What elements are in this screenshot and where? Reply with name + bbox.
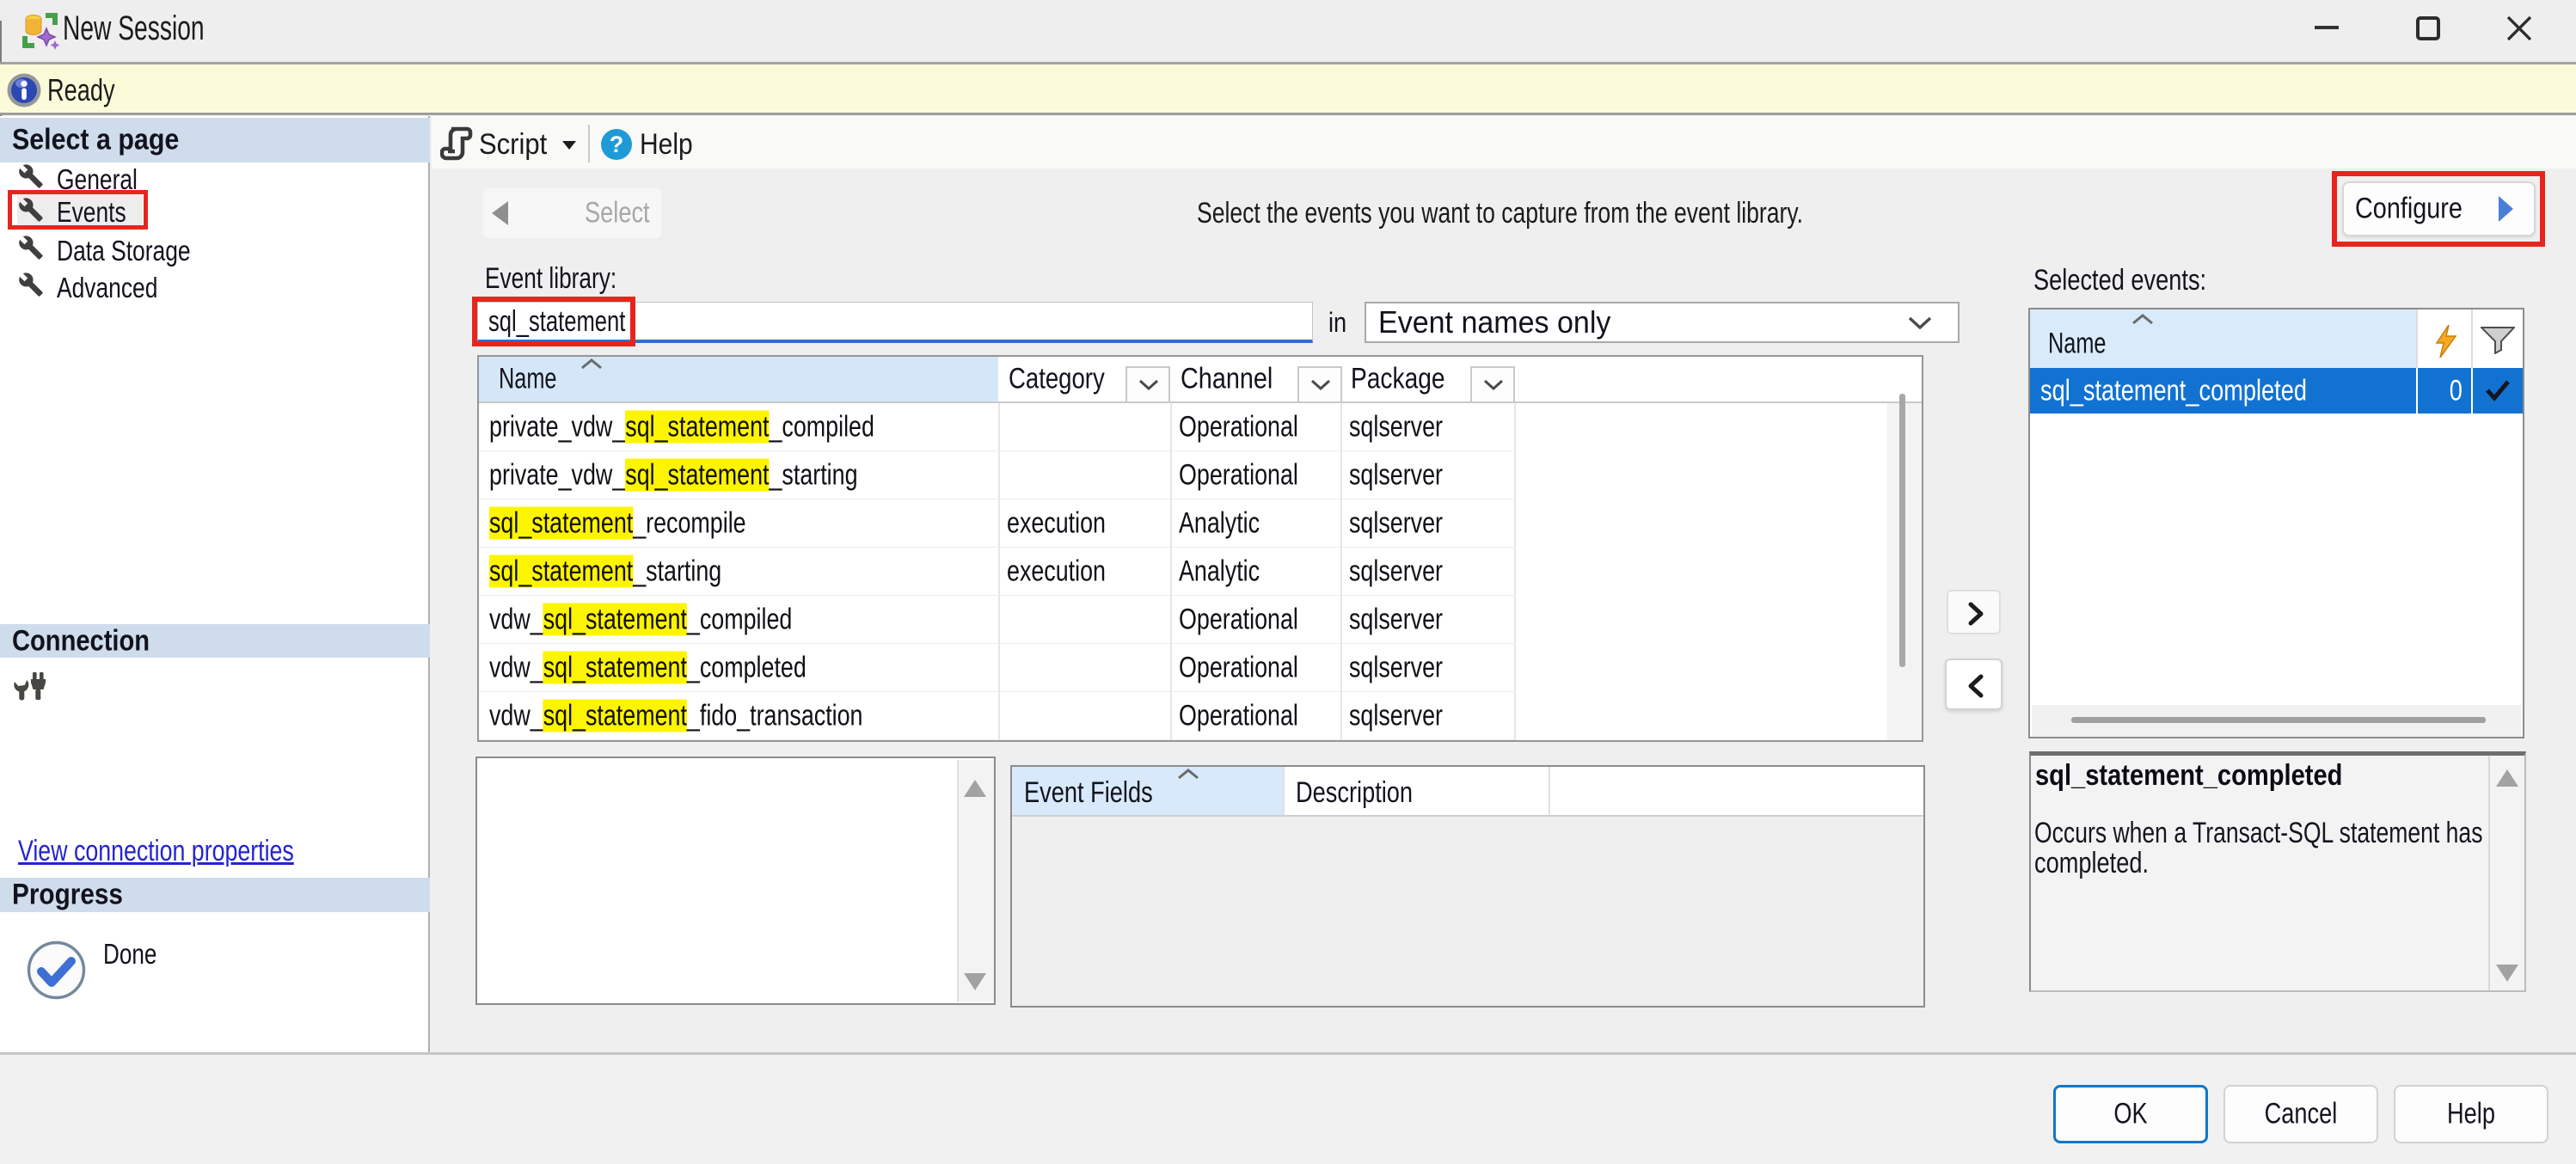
- svg-text:?: ?: [610, 132, 624, 157]
